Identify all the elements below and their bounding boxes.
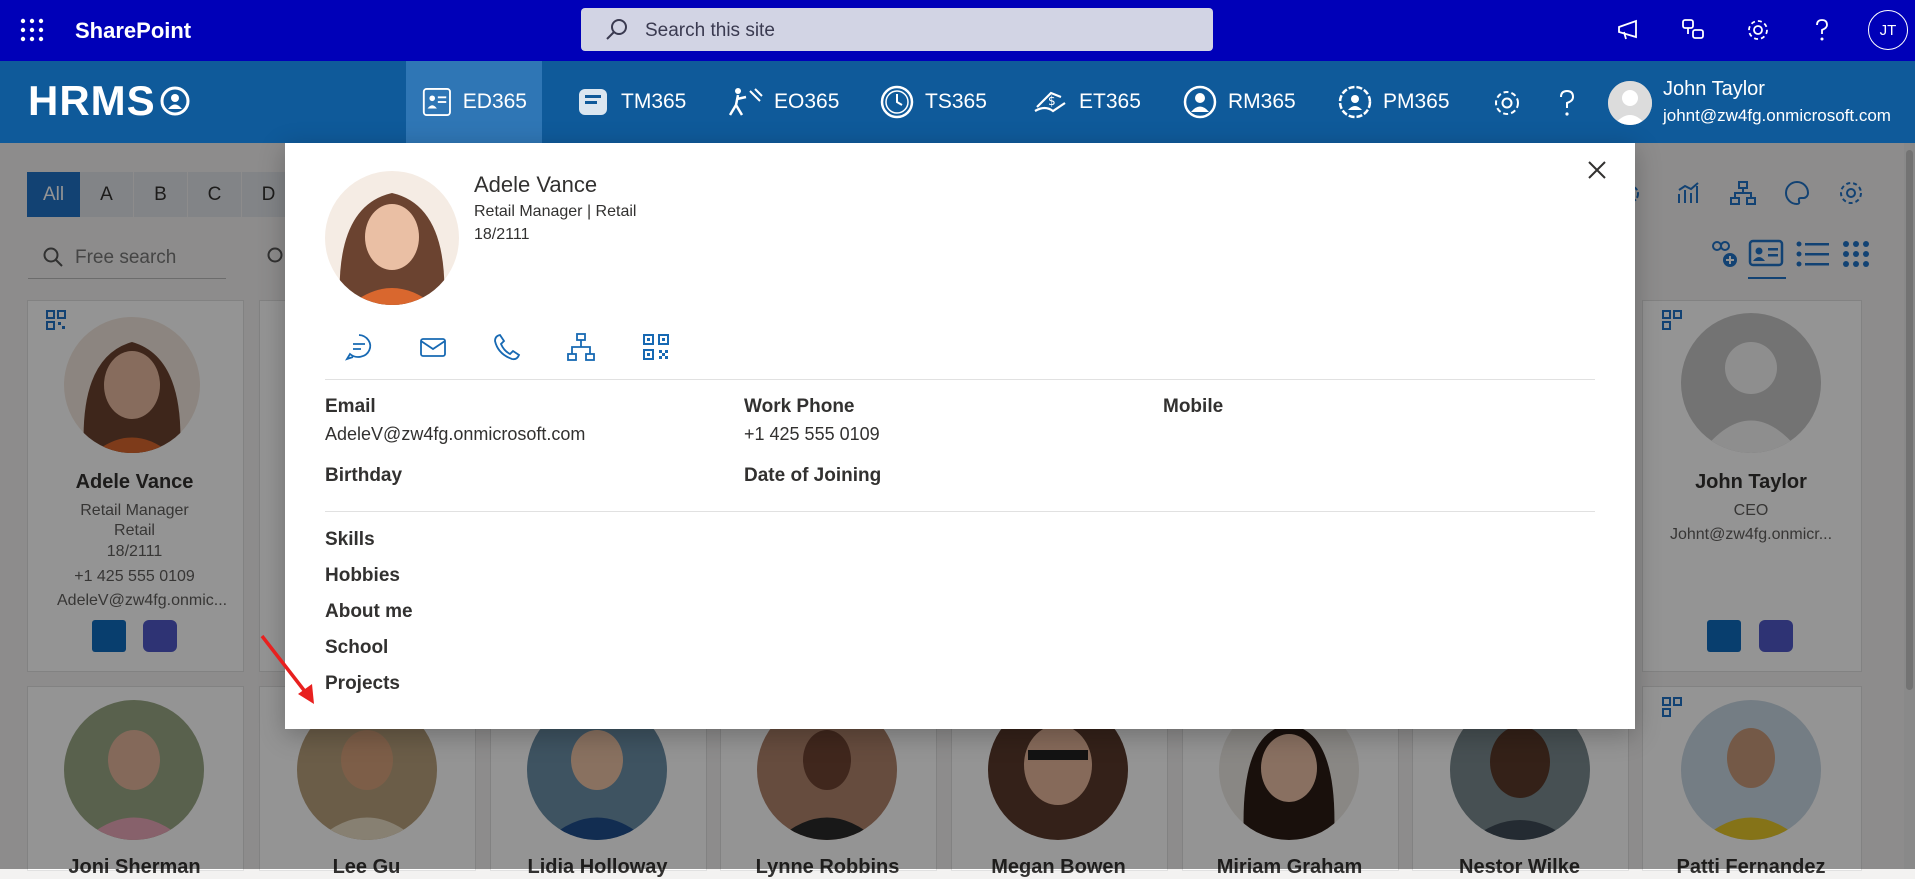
person-circle-icon [1183,85,1217,119]
qr-code-button[interactable] [639,330,673,364]
birthday-label: Birthday [325,465,403,486]
user-avatar[interactable]: JT [1868,10,1908,50]
tab-et365[interactable]: $ ET365 [1016,61,1156,143]
date-of-joining-label: Date of Joining [744,465,882,486]
tab-label: ET365 [1079,90,1141,113]
onboarding-icon [728,88,763,116]
performance-icon [1338,85,1372,119]
profile-title: Retail Manager | Retail [474,203,637,220]
current-user-name: John Taylor [1663,78,1765,100]
logo-mark-icon [160,86,190,116]
person-placeholder-icon [1608,81,1652,125]
close-icon[interactable] [1584,157,1610,183]
settings-icon[interactable] [1745,17,1771,43]
hrms-logo-text: HRMS [28,77,156,124]
phone-icon [494,333,521,361]
search-placeholder: Search this site [645,20,775,41]
tab-tm365[interactable]: TM365 [560,61,701,143]
profile-id: 18/2111 [474,226,530,243]
tab-eo365[interactable]: EO365 [711,61,854,143]
current-user-email: johnt@zw4fg.onmicrosoft.com [1663,106,1891,125]
mail-icon [420,338,446,357]
tab-label: RM365 [1228,90,1296,113]
hrms-logo[interactable]: HRMS [28,77,191,125]
profile-photo [325,171,459,305]
hrms-help-icon[interactable] [1555,88,1579,118]
email-button[interactable] [416,330,450,364]
divider [325,511,1595,512]
chat-button[interactable] [342,330,376,364]
tab-label: EO365 [774,90,840,113]
email-value[interactable]: AdeleV@zw4fg.onmicrosoft.com [325,424,585,445]
announcement-icon[interactable] [1616,17,1644,43]
hierarchy-icon [567,333,595,361]
skills-section[interactable]: Skills [325,529,375,551]
clock-icon [880,85,914,119]
qr-code-icon [643,334,669,360]
work-phone-value[interactable]: +1 425 555 0109 [744,424,880,445]
tab-pm365[interactable]: PM365 [1322,61,1465,143]
tab-label: TM365 [621,90,687,113]
hrms-settings-icon[interactable] [1492,88,1522,118]
divider [325,379,1595,380]
tab-ts365[interactable]: TS365 [864,61,1002,143]
chat-icon [344,334,372,361]
call-button[interactable] [490,330,524,364]
tab-rm365[interactable]: RM365 [1167,61,1311,143]
current-user-avatar[interactable] [1608,81,1652,125]
about-me-section[interactable]: About me [325,601,413,623]
directory-icon [422,87,451,117]
annotation-arrow [260,634,314,704]
svg-text:$: $ [1048,94,1056,108]
mobile-label: Mobile [1163,396,1224,417]
hobbies-section[interactable]: Hobbies [325,565,400,587]
task-icon [579,89,607,115]
expense-icon: $ [1034,91,1066,113]
connections-icon[interactable] [1680,17,1708,43]
search-icon [606,19,627,40]
projects-section[interactable]: Projects [325,673,400,695]
email-label: Email [325,396,376,417]
work-phone-label: Work Phone [744,396,855,417]
help-icon[interactable] [1810,17,1834,43]
app-launcher-icon[interactable] [18,16,46,44]
tab-label: TS365 [925,90,987,113]
app-title[interactable]: SharePoint [75,18,191,44]
profile-name: Adele Vance [474,172,598,197]
tab-label: ED365 [462,90,527,113]
tab-label: PM365 [1383,90,1450,113]
org-chart-button[interactable] [564,330,598,364]
school-section[interactable]: School [325,637,388,659]
tab-ed365[interactable]: ED365 [406,61,542,143]
